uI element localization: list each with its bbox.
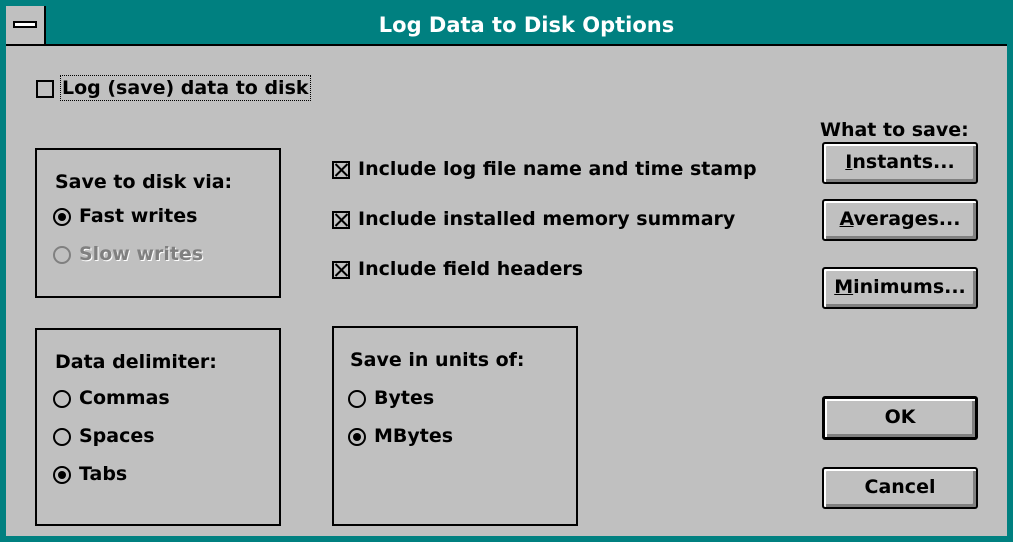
tabs-label: Tabs [79,463,128,485]
data-delimiter-heading: Data delimiter: [55,351,217,373]
title-bar[interactable]: Log Data to Disk Options [6,6,1007,46]
include-field-headers-label: Include field headers [358,258,584,280]
radio-slow-writes: Slow writes [53,242,203,266]
minimums-label: inimums... [853,276,966,298]
radio-commas[interactable]: Commas [53,386,170,410]
include-log-file-checkbox[interactable]: Include log file name and time stamp [332,157,757,181]
include-memory-summary-checkbox-box[interactable] [332,210,350,229]
include-memory-summary-checkbox[interactable]: Include installed memory summary [332,207,735,231]
include-log-file-label: Include log file name and time stamp [358,158,757,180]
radio-mbytes[interactable]: MBytes [348,424,453,448]
averages-label: verages... [853,208,961,230]
units-group: Save in units of: Bytes MBytes [332,326,578,526]
radio-bytes[interactable]: Bytes [348,386,434,410]
minimums-mnemonic: M [834,276,854,298]
averages-mnemonic: A [839,208,854,230]
commas-radio-icon[interactable] [53,389,71,408]
save-via-heading: Save to disk via: [55,171,233,193]
bytes-radio-icon[interactable] [348,389,366,408]
slow-writes-radio-icon [53,245,71,264]
commas-label: Commas [79,387,170,409]
fast-writes-radio-icon[interactable] [53,207,71,226]
include-memory-summary-label: Include installed memory summary [358,208,736,230]
window-title: Log Data to Disk Options [378,13,675,37]
save-via-group: Save to disk via: Fast writes Slow write… [35,148,281,298]
mbytes-radio-icon[interactable] [348,427,366,446]
include-field-headers-checkbox-box[interactable] [332,260,350,279]
log-data-dialog: Log Data to Disk Options Log (save) data… [0,0,1013,542]
include-field-headers-checkbox[interactable]: Include field headers [332,257,583,281]
instants-label: nstants... [852,151,955,173]
dialog-body: Log (save) data to disk Save to disk via… [6,46,1007,536]
bytes-label: Bytes [374,387,435,409]
include-log-file-checkbox-box[interactable] [332,160,350,179]
instants-button[interactable]: Instants... [822,142,978,184]
slow-writes-label: Slow writes [79,243,204,265]
radio-fast-writes[interactable]: Fast writes [53,204,197,228]
log-to-disk-checkbox-box[interactable] [36,79,54,98]
spaces-label: Spaces [79,425,155,447]
radio-spaces[interactable]: Spaces [53,424,155,448]
cancel-button[interactable]: Cancel [822,467,978,509]
tabs-radio-icon[interactable] [53,465,71,484]
data-delimiter-group: Data delimiter: Commas Spaces Tabs [35,328,281,526]
spaces-radio-icon[interactable] [53,427,71,446]
fast-writes-label: Fast writes [79,205,198,227]
radio-tabs[interactable]: Tabs [53,462,127,486]
system-menu-button[interactable] [6,6,46,44]
ok-button[interactable]: OK [822,396,978,440]
system-menu-icon [13,21,37,28]
minimums-button[interactable]: Minimums... [822,267,978,309]
averages-button[interactable]: Averages... [822,199,978,241]
what-to-save-label: What to save: [820,119,969,141]
log-to-disk-checkbox[interactable]: Log (save) data to disk [36,75,311,101]
mbytes-label: MBytes [374,425,454,447]
log-to-disk-label: Log (save) data to disk [60,75,311,101]
units-heading: Save in units of: [350,349,525,371]
